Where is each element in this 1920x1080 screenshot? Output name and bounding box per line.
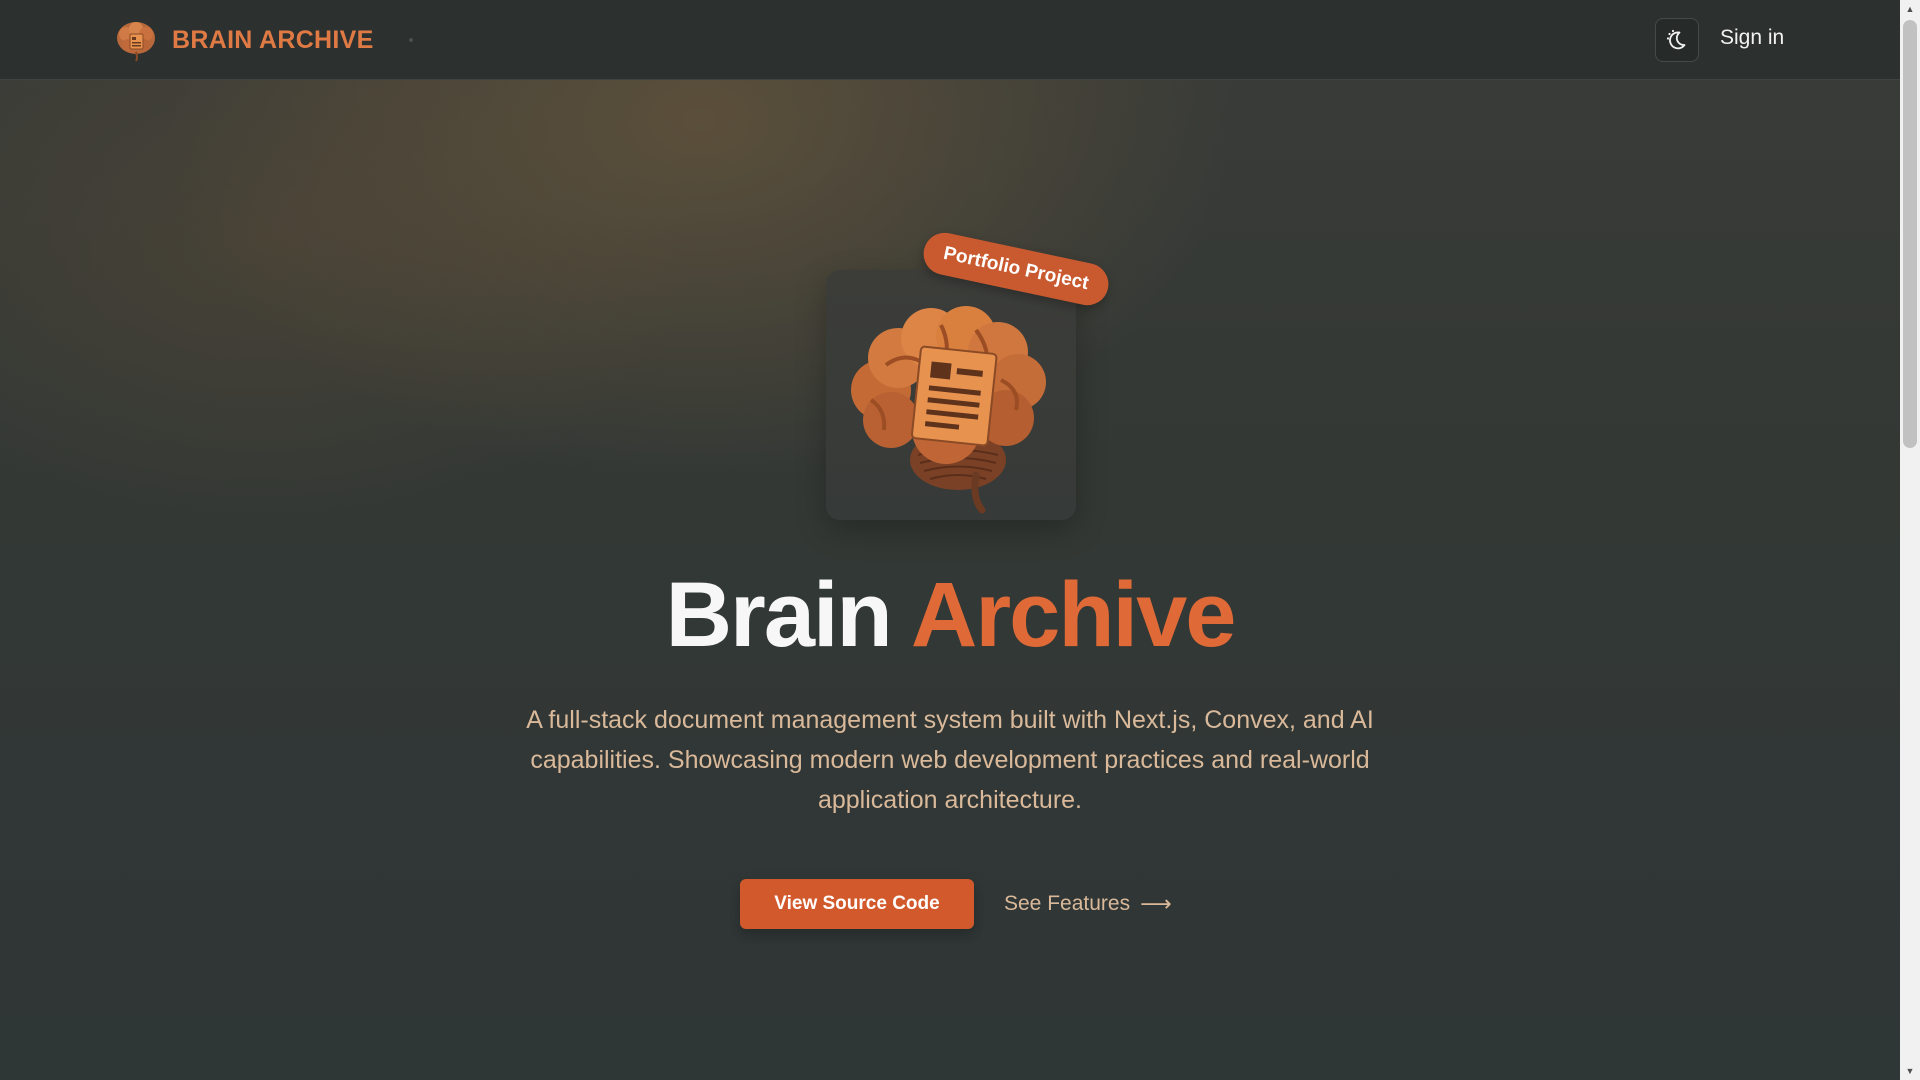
site-header: BRAIN ARCHIVE Sign in [0,0,1900,80]
hero-title-archive: Archive [910,564,1236,666]
see-features-label: See Features [1004,892,1131,915]
hero-title: Brain Archive [0,560,1900,670]
hero-logo-card [826,270,1076,520]
scroll-down-arrow-icon[interactable]: ▼ [1900,1062,1920,1080]
page-scrollbar[interactable]: ▲ ▼ [1900,0,1920,1080]
see-features-link[interactable]: See Features ⟶ [1004,891,1172,917]
sign-in-link[interactable]: Sign in [1720,26,1784,50]
brain-document-illustration-icon [851,306,1046,514]
view-source-code-button[interactable]: View Source Code [740,879,974,929]
theme-toggle-button[interactable] [1655,18,1699,62]
hero-subtitle: A full-stack document management system … [526,706,1374,814]
brain-logo-icon [117,22,155,62]
scroll-up-arrow-icon[interactable]: ▲ [1900,0,1920,18]
moon-icon [1666,29,1686,50]
landing-page: BRAIN ARCHIVE Sign in Portfolio Project … [0,0,1900,1080]
brand-name: BRAIN ARCHIVE [172,25,374,54]
scroll-thumb[interactable] [1903,20,1917,448]
separator-dot [409,38,413,42]
brand-home-link[interactable]: BRAIN ARCHIVE [114,18,374,62]
hero-title-brain: Brain [665,564,893,666]
arrow-right-icon: ⟶ [1140,891,1172,916]
